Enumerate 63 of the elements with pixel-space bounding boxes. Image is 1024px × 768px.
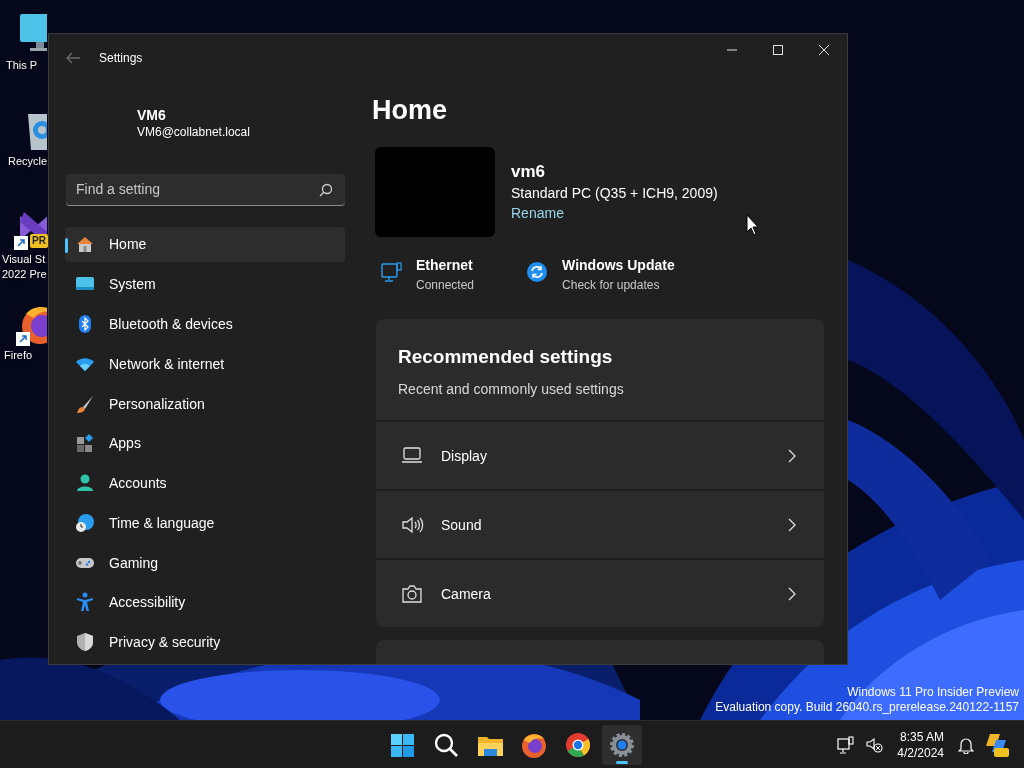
bell-icon[interactable]: [958, 735, 974, 754]
device-name: vm6: [511, 161, 547, 183]
nav-item[interactable]: Bluetooth & devices: [65, 306, 345, 342]
nav-item[interactable]: Accessibility: [65, 584, 345, 621]
shield-icon: [75, 632, 95, 653]
status-tile[interactable]: Windows Update Check for updates: [526, 255, 675, 295]
user-email: VM6@collabnet.local: [137, 124, 251, 140]
back-icon[interactable]: [65, 52, 81, 64]
network-icon[interactable]: [837, 735, 856, 754]
copilot-icon[interactable]: [984, 731, 1010, 758]
icon-label[interactable]: Visual St: [2, 252, 46, 267]
home-icon: [75, 234, 95, 255]
icon-label[interactable]: This P: [6, 58, 38, 73]
preview-badge: PR: [30, 234, 48, 248]
watermark-text: Evaluation copy. Build 26040.rs_prerelease.240122-1157: [715, 700, 1019, 715]
camera-icon: [401, 583, 424, 604]
card-title: Recommended settings: [398, 345, 614, 369]
chevron-icon: [788, 448, 796, 463]
chrome-icon: [564, 730, 592, 759]
selection-indicator: [65, 237, 68, 253]
gear-icon: [608, 730, 636, 759]
settings-row[interactable]: Sound: [376, 491, 824, 560]
icon-label[interactable]: Firefo: [4, 348, 33, 363]
nav-item[interactable]: Home: [65, 226, 345, 263]
nav-item[interactable]: Accounts: [65, 465, 345, 501]
settings-row[interactable]: Display: [376, 422, 824, 491]
nav-item[interactable]: Network & internet: [65, 345, 345, 382]
search-field[interactable]: Find a setting: [66, 173, 345, 206]
search-icon: [319, 182, 333, 197]
watermark-text: Windows 11 Pro Insider Preview: [846, 685, 1019, 700]
laptop-icon: [401, 445, 424, 466]
nav-item[interactable]: Apps: [65, 425, 345, 462]
shortcut-arrow-icon: [16, 332, 30, 346]
nav-item[interactable]: Privacy & security: [65, 624, 345, 660]
person-icon: [75, 473, 95, 494]
apps-icon: [75, 433, 95, 454]
muted-speaker-icon[interactable]: [865, 735, 884, 754]
sync-icon: [526, 261, 549, 283]
nav-item[interactable]: System: [65, 266, 345, 303]
status-tile[interactable]: Ethernet Connected: [380, 255, 475, 295]
device-model: Standard PC (Q35 + ICH9, 2009): [511, 184, 718, 203]
settings-row[interactable]: Camera: [376, 560, 824, 627]
close-icon[interactable]: [818, 44, 830, 56]
icon-label[interactable]: Recycle: [8, 154, 48, 169]
user-name: VM6: [137, 106, 167, 124]
mouse-pointer-icon: [746, 214, 760, 236]
maximize-icon[interactable]: [772, 44, 784, 56]
globe-clock-icon: [75, 512, 95, 533]
nav-item[interactable]: Personalization: [65, 385, 345, 422]
chevron-icon: [788, 517, 796, 532]
window-title: Settings: [99, 51, 143, 65]
accessibility-icon: [75, 592, 95, 613]
rename-link[interactable]: Rename: [511, 205, 564, 221]
nav-item[interactable]: Gaming: [65, 544, 345, 581]
icon-label[interactable]: 2022 Pre: [2, 267, 47, 282]
page-title: Home: [372, 94, 448, 127]
nav-item[interactable]: Time & language: [65, 504, 345, 541]
shortcut-arrow-icon: [14, 236, 28, 250]
card-subtitle: Recent and commonly used settings: [398, 380, 625, 399]
network-icon: [380, 261, 402, 283]
speaker-icon: [401, 514, 424, 535]
chevron-icon: [788, 586, 796, 601]
clock[interactable]: 8:35 AM 4/2/2024: [897, 728, 944, 761]
